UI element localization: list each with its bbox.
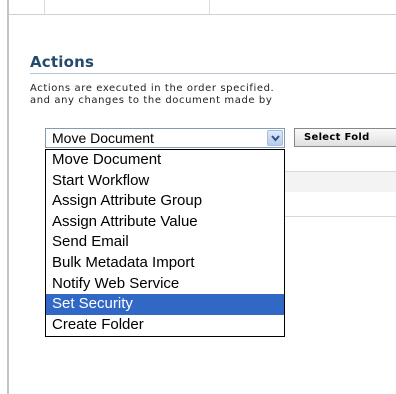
table-header-band [285,172,396,192]
action-type-selected-value: Move Document [52,130,154,146]
dropdown-option[interactable]: Move Document [46,150,284,171]
left-border [7,0,9,394]
dropdown-option[interactable]: Notify Web Service [46,274,284,295]
dropdown-option[interactable]: Start Workflow [46,171,284,192]
dropdown-option[interactable]: Create Folder [46,315,284,336]
action-type-select[interactable]: Move Document [45,128,285,148]
dropdown-option[interactable]: Send Email [46,232,284,253]
dropdown-option[interactable]: Assign Attribute Value [46,212,284,233]
dropdown-option-highlighted[interactable]: Set Security [46,294,284,315]
actions-description: Actions are executed in the order specif… [30,83,396,107]
action-type-dropdown-list[interactable]: Move Document Start Workflow Assign Attr… [45,149,285,337]
description-line: Actions are executed in the order specif… [30,83,275,94]
actions-heading: Actions [30,53,95,71]
dropdown-option[interactable]: Bulk Metadata Import [46,253,284,274]
heading-divider [30,73,396,74]
chevron-down-icon[interactable] [267,130,283,146]
top-panel [9,0,396,15]
table-divider [285,216,396,217]
dropdown-option[interactable]: Assign Attribute Group [46,191,284,212]
select-folder-button[interactable]: Select Fold [294,128,396,147]
top-panel-cell [44,0,210,14]
description-line: and any changes to the document made by [30,95,273,106]
